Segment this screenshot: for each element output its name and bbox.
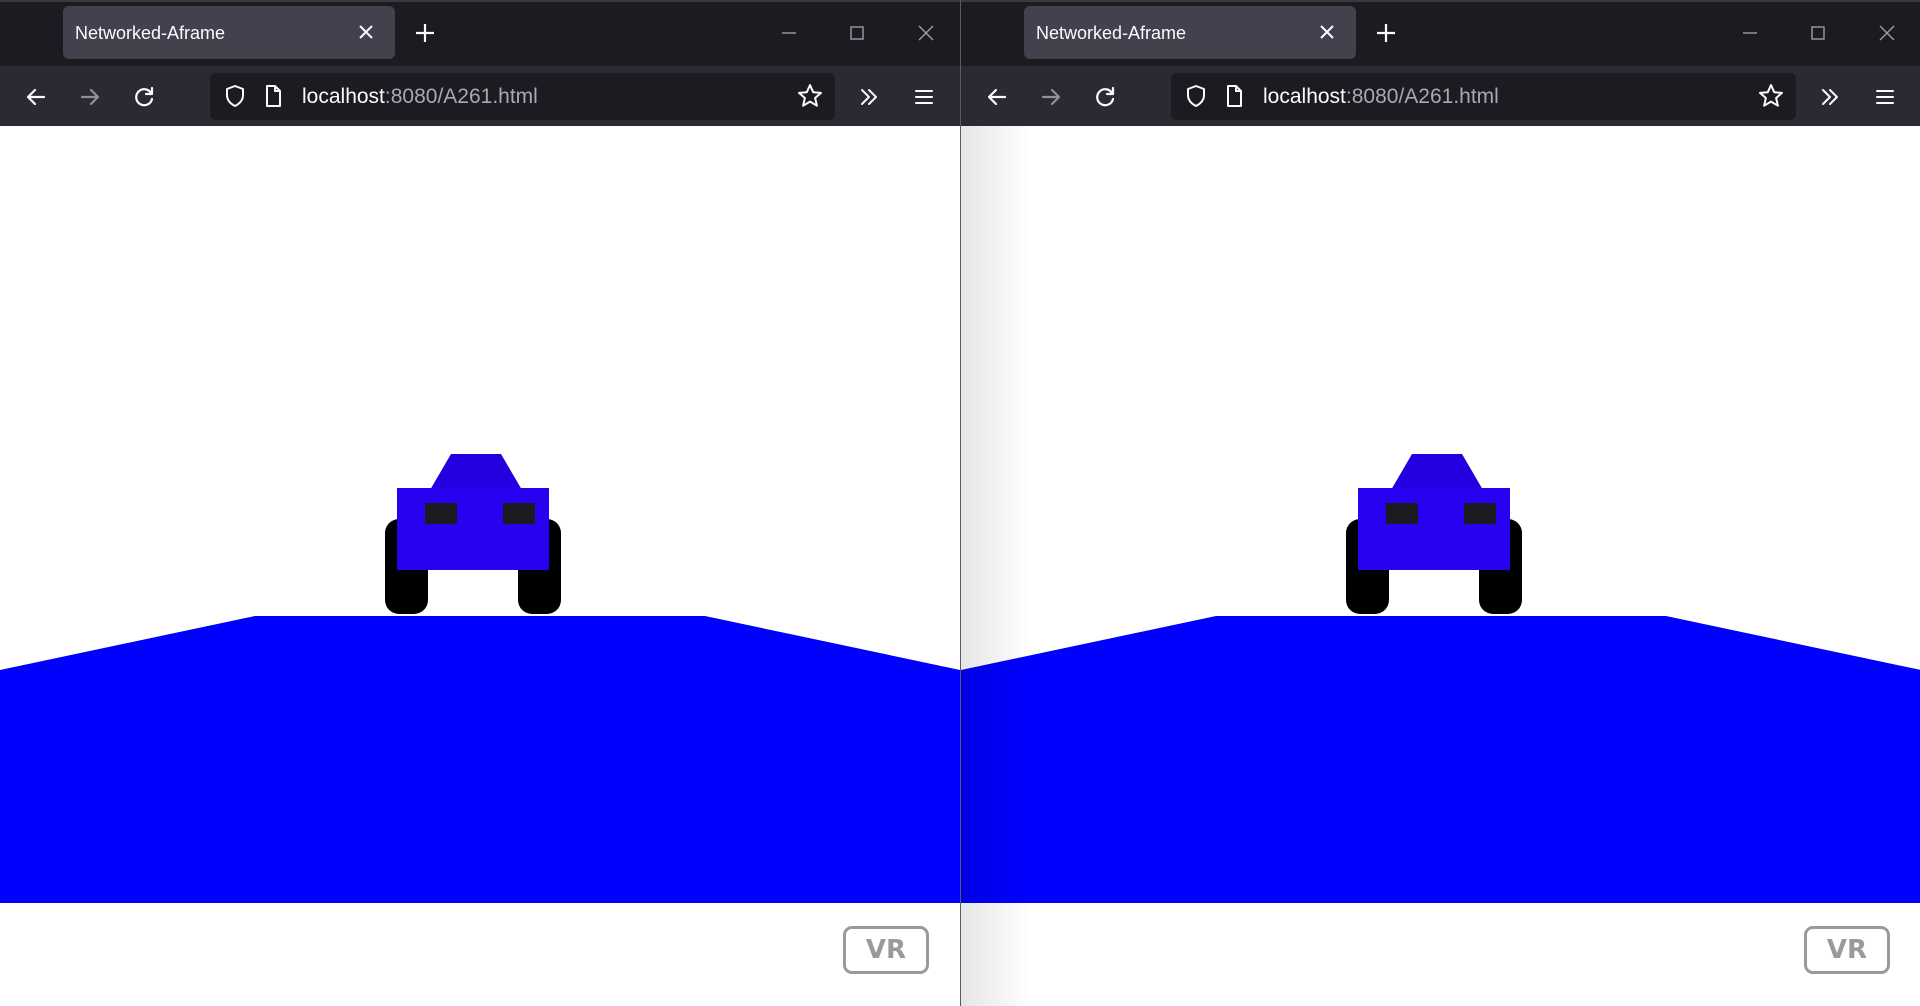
aframe-scene-viewport[interactable]: VR [961, 126, 1920, 1006]
car-window [1464, 503, 1496, 524]
maximize-icon[interactable] [1805, 20, 1831, 46]
forward-icon[interactable] [1037, 83, 1065, 111]
overflow-menu-icon[interactable] [1816, 83, 1844, 111]
active-tab[interactable]: Networked-Aframe [63, 6, 395, 59]
minimize-icon[interactable] [776, 20, 802, 46]
url-text[interactable]: localhost:8080/A261.html [302, 85, 538, 109]
close-window-icon[interactable] [1874, 20, 1900, 46]
hamburger-menu-icon[interactable] [910, 83, 938, 111]
new-tab-icon[interactable] [412, 20, 438, 46]
url-text[interactable]: localhost:8080/A261.html [1263, 85, 1499, 109]
ground-plane [0, 616, 960, 903]
navigation-toolbar: localhost:8080/A261.html [961, 66, 1920, 126]
close-window-icon[interactable] [913, 20, 939, 46]
aframe-scene-viewport[interactable]: VR [0, 126, 960, 1006]
car [385, 454, 561, 614]
address-bar[interactable]: localhost:8080/A261.html [210, 73, 835, 120]
3d-scene[interactable] [0, 126, 960, 1006]
shield-icon[interactable] [1183, 83, 1209, 109]
page-info-icon[interactable] [260, 83, 286, 109]
browser-window-right: Networked-Aframe localhost:8080/A261.htm… [961, 0, 1920, 1006]
forward-icon[interactable] [76, 83, 104, 111]
overflow-menu-icon[interactable] [855, 83, 883, 111]
car [1346, 454, 1522, 614]
new-tab-icon[interactable] [1373, 20, 1399, 46]
car-body [1358, 488, 1510, 570]
title-bar: Networked-Aframe [961, 0, 1920, 66]
car-window [425, 503, 457, 524]
car-body [397, 488, 549, 570]
title-bar: Networked-Aframe [0, 0, 960, 66]
browser-window-left: Networked-Aframe localhost:8080/A261.htm… [0, 0, 960, 1006]
page-info-icon[interactable] [1221, 83, 1247, 109]
ground-plane [961, 616, 1920, 903]
vr-button[interactable]: VR [1804, 926, 1890, 974]
navigation-toolbar: localhost:8080/A261.html [0, 66, 960, 126]
back-icon[interactable] [22, 83, 50, 111]
car-window [1386, 503, 1418, 524]
tab-title: Networked-Aframe [75, 23, 226, 43]
back-icon[interactable] [983, 83, 1011, 111]
vr-button[interactable]: VR [843, 926, 929, 974]
hamburger-menu-icon[interactable] [1871, 83, 1899, 111]
reload-icon[interactable] [1091, 83, 1119, 111]
tab-title: Networked-Aframe [1036, 23, 1187, 43]
reload-icon[interactable] [130, 83, 158, 111]
close-tab-icon[interactable] [1314, 19, 1340, 45]
shield-icon[interactable] [222, 83, 248, 109]
minimize-icon[interactable] [1737, 20, 1763, 46]
bookmark-star-icon[interactable] [1757, 82, 1785, 110]
active-tab[interactable]: Networked-Aframe [1024, 6, 1356, 59]
car-roof [1391, 454, 1483, 490]
close-tab-icon[interactable] [353, 19, 379, 45]
car-roof [430, 454, 522, 490]
3d-scene[interactable] [961, 126, 1920, 1006]
car-window [503, 503, 535, 524]
address-bar[interactable]: localhost:8080/A261.html [1171, 73, 1796, 120]
maximize-icon[interactable] [844, 20, 870, 46]
bookmark-star-icon[interactable] [796, 82, 824, 110]
